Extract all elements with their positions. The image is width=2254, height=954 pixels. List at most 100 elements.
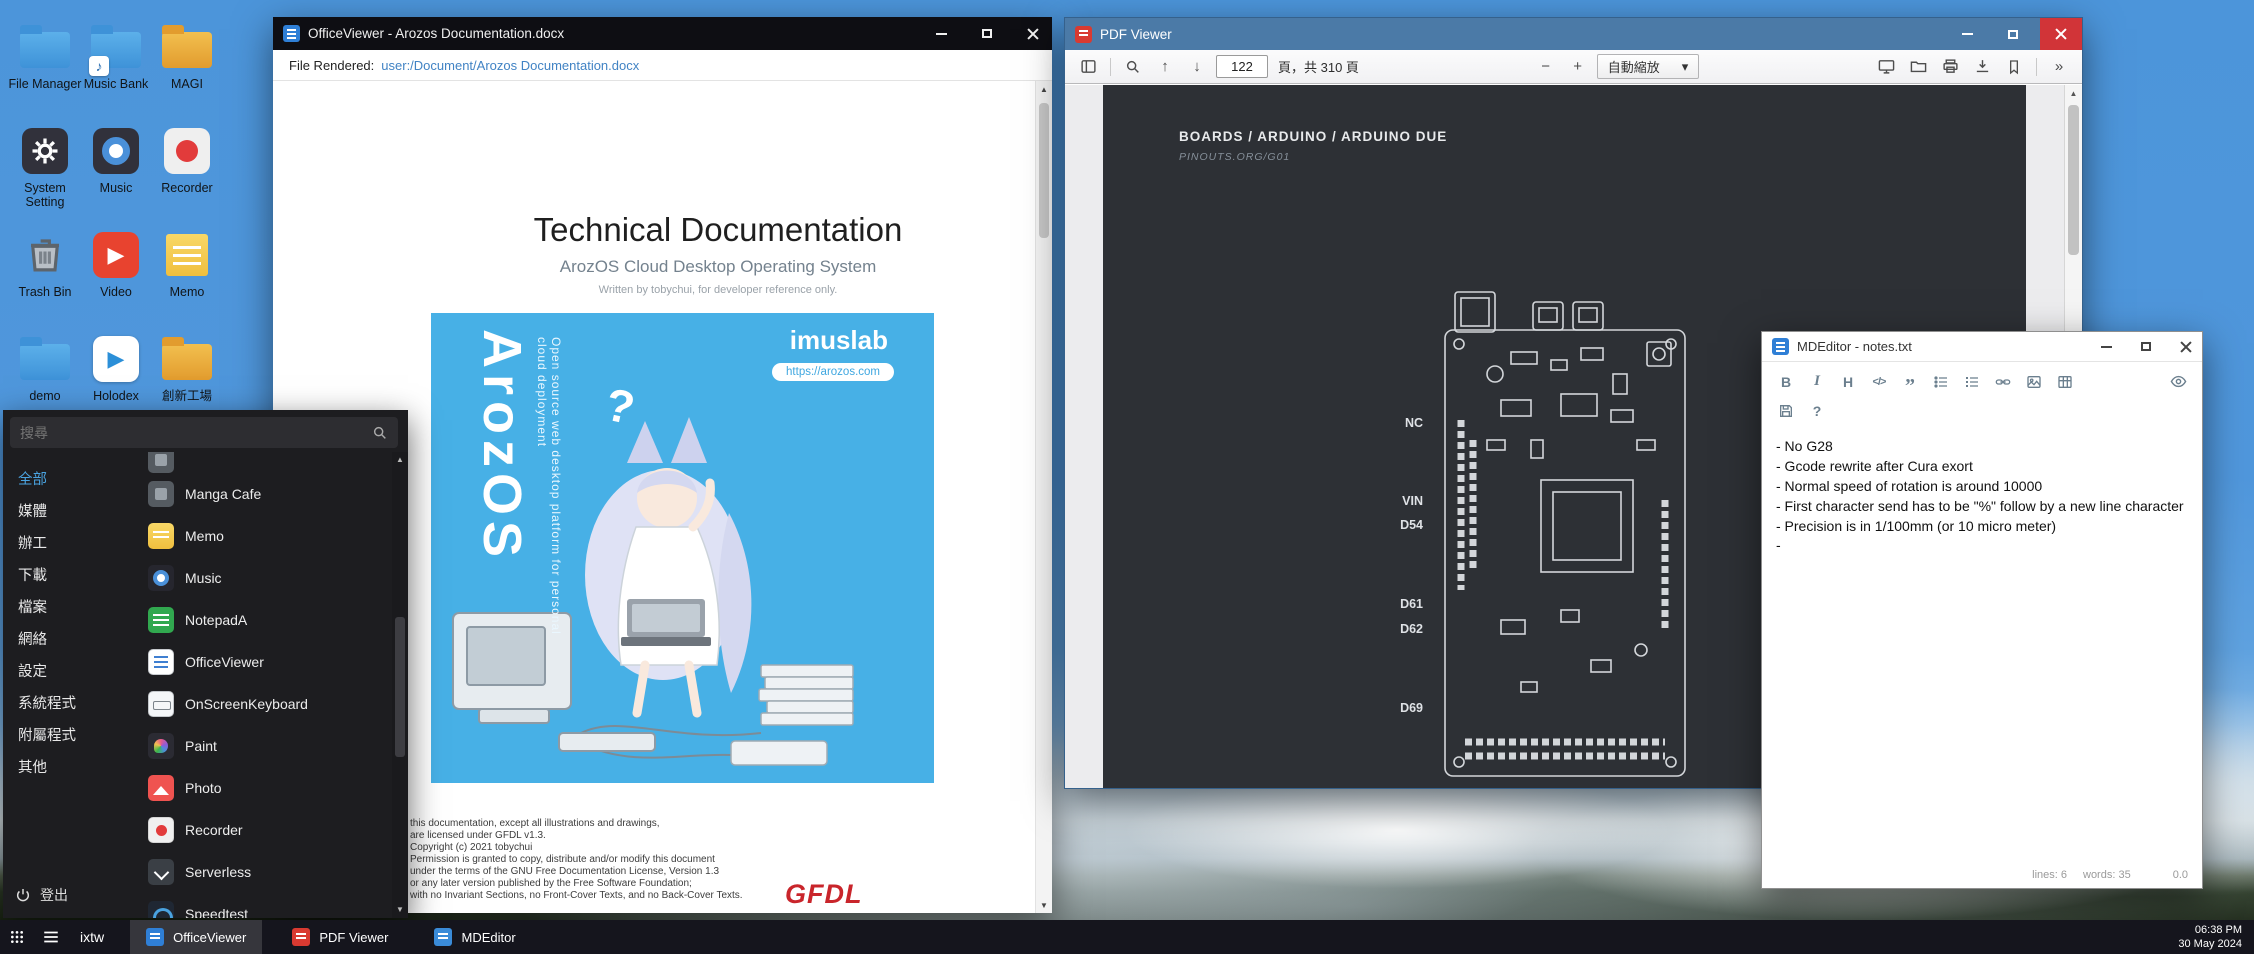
- download-button[interactable]: [1969, 54, 1995, 80]
- logout-button[interactable]: 登出: [15, 885, 68, 905]
- minimize-button[interactable]: [2090, 332, 2122, 361]
- markdown-editor-textarea[interactable]: - No G28 - Gcode rewrite after Cura exor…: [1762, 427, 2202, 861]
- mdeditor-titlebar[interactable]: MDEditor - notes.txt: [1762, 332, 2202, 362]
- app-item-memo[interactable]: Memo: [138, 515, 390, 557]
- desktop-icon-memo[interactable]: Memo: [150, 228, 224, 299]
- toggle-sidebar-button[interactable]: [1075, 54, 1101, 80]
- file-path-link[interactable]: user:/Document/Arozos Documentation.docx: [381, 58, 639, 73]
- link-button[interactable]: [1989, 369, 2017, 394]
- more-tools-button[interactable]: »: [2046, 54, 2072, 80]
- presentation-mode-button[interactable]: [1873, 54, 1899, 80]
- code-button[interactable]: </>: [1865, 369, 1893, 394]
- close-button[interactable]: [2170, 332, 2202, 361]
- category-files[interactable]: 檔案: [3, 590, 138, 622]
- category-settings[interactable]: 設定: [3, 654, 138, 686]
- maximize-button[interactable]: [968, 17, 1006, 50]
- category-all[interactable]: 全部: [3, 462, 138, 494]
- bookmark-button[interactable]: [2001, 54, 2027, 80]
- app-item-photo[interactable]: Photo: [138, 767, 390, 809]
- scroll-up-icon[interactable]: ▲: [2065, 85, 2082, 102]
- previous-page-button[interactable]: ↑: [1152, 54, 1178, 80]
- category-others[interactable]: 其他: [3, 750, 138, 782]
- app-grid-icon[interactable]: [0, 920, 34, 954]
- scrollbar-thumb[interactable]: [2068, 105, 2079, 255]
- desktop-icon-folder[interactable]: 創新工場: [150, 332, 224, 403]
- music-disc-icon: [93, 128, 139, 174]
- desktop-icon-magi[interactable]: MAGI: [150, 20, 224, 91]
- start-menu-scrollbar[interactable]: ▲ ▼: [392, 452, 408, 918]
- table-button[interactable]: [2051, 369, 2079, 394]
- desktop-icon-demo[interactable]: demo: [8, 332, 82, 403]
- app-item-speedtest[interactable]: Speedtest: [138, 893, 390, 918]
- quote-button[interactable]: ”: [1896, 369, 1924, 394]
- maximize-button[interactable]: [2130, 332, 2162, 361]
- search-input[interactable]: [20, 425, 372, 441]
- ordered-list-button[interactable]: [1958, 369, 1986, 394]
- category-office[interactable]: 辦工: [3, 526, 138, 558]
- maximize-button[interactable]: [1994, 18, 2032, 50]
- desktop-icon-music-bank[interactable]: ♪ Music Bank: [79, 20, 153, 91]
- taskbar-item-pdfviewer[interactable]: PDF Viewer: [276, 920, 404, 954]
- help-button[interactable]: ?: [1803, 398, 1831, 423]
- app-item-paint[interactable]: Paint: [138, 725, 390, 767]
- scroll-up-icon[interactable]: ▲: [392, 455, 408, 464]
- desktop-icon-file-manager[interactable]: File Manager: [8, 20, 82, 91]
- document-scrollbar[interactable]: ▲ ▼: [1035, 81, 1052, 913]
- category-network[interactable]: 網絡: [3, 622, 138, 654]
- license-text: this documentation, except all illustrat…: [410, 818, 743, 902]
- zoom-select[interactable]: 自動縮放 ▾: [1597, 54, 1700, 79]
- desktop-icon-label: Trash Bin: [8, 285, 82, 299]
- taskbar-item-mdeditor[interactable]: MDEditor: [418, 920, 531, 954]
- close-button[interactable]: [1014, 17, 1052, 50]
- image-button[interactable]: [2020, 369, 2048, 394]
- app-icon: [148, 481, 174, 507]
- scroll-down-icon[interactable]: ▼: [392, 905, 408, 914]
- zoom-out-button[interactable]: −: [1533, 54, 1559, 80]
- desktop-icon-system-setting[interactable]: System Setting: [8, 124, 82, 210]
- preview-eye-button[interactable]: [2164, 369, 2192, 394]
- zoom-in-button[interactable]: +: [1565, 54, 1591, 80]
- scroll-up-icon[interactable]: ▲: [1036, 81, 1052, 97]
- category-system[interactable]: 系統程式: [3, 686, 138, 718]
- taskbar-item-officeviewer[interactable]: OfficeViewer: [130, 920, 262, 954]
- desktop-icon-label: Recorder: [150, 181, 224, 195]
- desktop-icon-recorder[interactable]: Recorder: [150, 124, 224, 195]
- app-item-notepada[interactable]: NotepadA: [138, 599, 390, 641]
- close-button[interactable]: [2040, 18, 2082, 50]
- minimize-button[interactable]: [1948, 18, 1986, 50]
- print-button[interactable]: [1937, 54, 1963, 80]
- heading-button[interactable]: H: [1834, 369, 1862, 394]
- desktop-icon-video[interactable]: ▶ Video: [79, 228, 153, 299]
- category-accessories[interactable]: 附屬程式: [3, 718, 138, 750]
- unordered-list-button[interactable]: [1927, 369, 1955, 394]
- category-download[interactable]: 下載: [3, 558, 138, 590]
- app-item-music[interactable]: Music: [138, 557, 390, 599]
- pdfviewer-titlebar[interactable]: PDF Viewer: [1065, 18, 2082, 50]
- app-item-officeviewer[interactable]: OfficeViewer: [138, 641, 390, 683]
- start-menu-search[interactable]: [10, 417, 398, 448]
- app-item-recorder[interactable]: Recorder: [138, 809, 390, 851]
- taskbar-clock[interactable]: 06:38 PM 30 May 2024: [2178, 923, 2242, 952]
- open-file-button[interactable]: [1905, 54, 1931, 80]
- scroll-down-icon[interactable]: ▼: [1036, 897, 1052, 913]
- italic-button[interactable]: I: [1803, 369, 1831, 394]
- desktop-icon-music[interactable]: Music: [79, 124, 153, 195]
- scrollbar-thumb[interactable]: [1039, 103, 1049, 238]
- desktop-icon-trash-bin[interactable]: Trash Bin: [8, 228, 82, 299]
- app-item-serverless[interactable]: Serverless: [138, 851, 390, 893]
- officeviewer-titlebar[interactable]: OfficeViewer - Arozos Documentation.docx: [273, 17, 1052, 50]
- menu-hamburger-icon[interactable]: [34, 920, 68, 954]
- scrollbar-thumb[interactable]: [395, 617, 405, 757]
- app-item-onscreenkeyboard[interactable]: OnScreenKeyboard: [138, 683, 390, 725]
- bold-button[interactable]: B: [1772, 369, 1800, 394]
- next-page-button[interactable]: ↓: [1184, 54, 1210, 80]
- app-item-manga-cafe[interactable]: Manga Cafe: [138, 473, 390, 515]
- page-number-input[interactable]: [1216, 55, 1268, 78]
- app-item-partial[interactable]: [138, 452, 390, 473]
- category-media[interactable]: 媒體: [3, 494, 138, 526]
- desktop-icon-holodex[interactable]: ▶ Holodex: [79, 332, 153, 403]
- save-button[interactable]: [1772, 398, 1800, 423]
- minimize-button[interactable]: [922, 17, 960, 50]
- search-icon[interactable]: [1120, 54, 1146, 80]
- username-label[interactable]: ixtw: [80, 929, 104, 945]
